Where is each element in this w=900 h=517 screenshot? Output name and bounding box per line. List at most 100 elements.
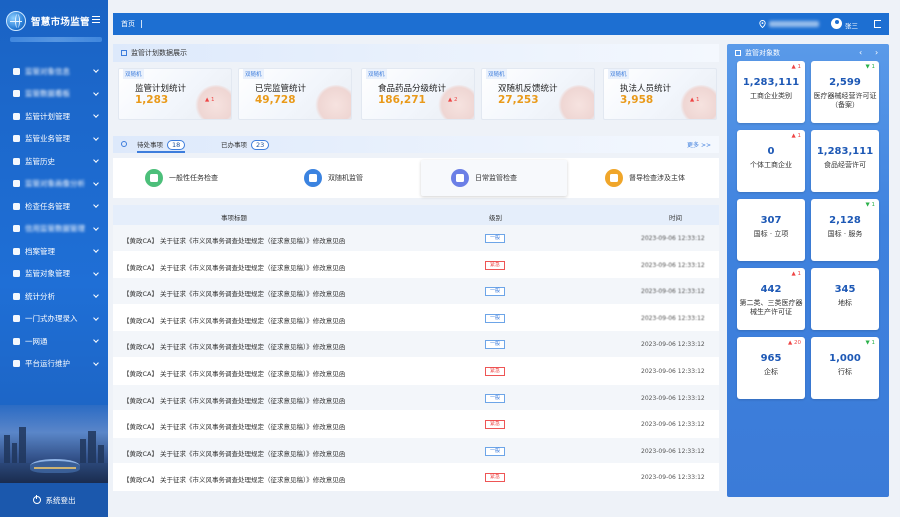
table-row[interactable]: 【黄政CA】 关于征求《市义风事务调查处理规定（征求意见稿）》修改意见函 紧急 20… [113,411,719,438]
stat-card[interactable]: 307 国标 · 立项 [737,199,805,261]
table-row[interactable]: 【黄政CA】 关于征求《市义风事务调查处理规定（征求意见稿）》修改意见函 一般 20… [113,304,719,332]
stat-card[interactable]: 442 第二类、三类医疗器械生产许可证 ▲ 1 [737,268,805,330]
breadcrumb-home[interactable]: 首页 [121,19,135,29]
row-time: 2023-09-06 12:33:12 [641,394,705,402]
sidebar-item[interactable]: 监管对象信息 [0,60,108,83]
category-double-random[interactable]: 双随机监管 [296,160,416,196]
card-delta: ▲ 1 [205,97,215,103]
row-title[interactable]: 【黄政CA】 关于征求《市义风事务调查处理规定（征求意见稿）》修改意见函 [123,421,345,431]
sidebar-item-label: 检查任务管理 [25,201,70,211]
tab-done[interactable]: 已办事项 23 [221,139,270,150]
row-title[interactable]: 【黄政CA】 关于征求《市义风事务调查处理规定（征求意见稿）》修改意见函 [123,288,345,298]
col-time: 时间 [669,214,682,222]
menu-item-icon [13,270,20,278]
table-row[interactable]: 【黄政CA】 关于征求《市义风事务调查处理规定（征求意见稿）》修改意见函 紧急 20… [113,357,719,385]
row-title[interactable]: 【黄政CA】 关于征求《市义风事务调查处理规定（征求意见稿）》修改意见函 [123,448,345,458]
stat-card[interactable]: 1,000 行标 ▼ 1 [811,337,879,399]
row-title[interactable]: 【黄政CA】 关于征求《市义风事务调查处理规定（征求意见稿）》修改意见函 [123,395,345,405]
chevron-down-icon [93,224,99,231]
sidebar-item[interactable]: 信用监管数据管理 [0,218,108,241]
tab-pending[interactable]: 待处事项 18 [137,139,186,153]
prev-arrow-icon[interactable]: ‹ [859,48,862,57]
row-title[interactable]: 【黄政CA】 关于征求《市义风事务调查处理规定（征求意见稿）》修改意见函 [123,341,345,351]
top-bar: 首页 张三 [113,13,889,35]
table-row[interactable]: 【黄政CA】 关于征求《市义风事务调查处理规定（征求意见稿）》修改意见函 一般 20… [113,278,719,305]
stat-label: 行标 [838,368,852,376]
stat-label: 工商企业类别 [750,92,792,100]
category-supervision[interactable]: 督导检查涉及主体 [597,160,717,196]
stat-value: 1,283,111 [816,146,874,157]
sidebar-item[interactable]: 监管对象画像分析 [0,173,108,196]
sidebar-item[interactable]: 档案管理 [0,240,108,263]
chevron-down-icon [93,292,99,298]
category-daily-check[interactable]: 日常监管检查 [421,160,567,196]
exit-icon[interactable] [874,20,881,28]
sidebar-item[interactable]: 监管对象管理 [0,263,108,286]
shield-icon [304,169,322,187]
stat-label: 国标 · 服务 [827,230,863,238]
stat-card[interactable]: 965 企标 ▲ 20 [737,337,805,399]
table-row[interactable]: 【黄政CA】 关于征求《市义风事务调查处理规定（征求意见稿）》修改意见函 紧急 20… [113,464,719,491]
sidebar-item[interactable]: 检查任务管理 [0,195,108,218]
chevron-down-icon [93,202,99,208]
plan-card[interactable]: 双随机 双随机反馈统计 27,253 [481,68,595,120]
menu-item-icon [13,315,20,323]
stat-card[interactable]: 1,283,111 食品经营许可 [811,130,879,192]
row-title[interactable]: 【黄政CA】 关于征求《市义风事务调查处理规定（征求意见稿）》修改意见函 [123,368,345,378]
stat-card[interactable]: 345 地标 [811,268,879,330]
sidebar-item[interactable]: 平台运行维护 [0,353,108,376]
menu-toggle-icon[interactable] [92,16,100,23]
sidebar-item[interactable]: 监管数据看板 [0,83,108,106]
level-badge: 紧急 [485,473,505,483]
table-row[interactable]: 【黄政CA】 关于征求《市义风事务调查处理规定（征求意见稿）》修改意见函 一般 20… [113,437,719,465]
sidebar-item[interactable]: 一网通 [0,330,108,353]
user-name[interactable]: 张三 [845,20,858,30]
stat-card[interactable]: 2,599 医疗器械经营许可证（备案） ▼ 1 [811,61,879,123]
sidebar-item[interactable]: 监管计划管理 [0,105,108,128]
stat-value: 0 [767,146,775,157]
logout-button[interactable]: 系统登出 [0,483,108,517]
plan-card[interactable]: 双随机 执法人员统计 3,958 ▲ 1 [603,68,717,120]
trend-badge: ▼ 1 [865,340,875,346]
plan-panel-header: 监管计划数据展示 [113,44,719,62]
stat-card[interactable]: 1,283,111 工商企业类别 ▲ 1 [737,61,805,123]
trend-badge: ▲ 20 [788,340,801,346]
row-title[interactable]: 【黄政CA】 关于征求《市义风事务调查处理规定（征求意见稿）》修改意见函 [123,474,345,484]
menu-item-icon [13,225,20,233]
card-delta: ▲ 1 [690,97,700,103]
card-name: 双随机反馈统计 [498,84,558,94]
chevron-down-icon [93,337,99,343]
row-title[interactable]: 【黄政CA】 关于征求《市义风事务调查处理规定（征求意见稿）》修改意见函 [123,235,345,245]
sidebar-item[interactable]: 监管历史 [0,150,108,173]
level-badge: 紧急 [485,260,505,270]
avatar[interactable] [831,18,842,29]
sidebar-item[interactable]: 一门式办理录入 [0,308,108,331]
card-illustration [315,85,351,119]
table-row[interactable]: 【黄政CA】 关于征求《市义风事务调查处理规定（征求意见稿）》修改意见函 一般 20… [113,331,719,358]
row-title[interactable]: 【黄政CA】 关于征求《市义风事务调查处理规定（征求意见稿）》修改意见函 [123,315,345,325]
card-tag: 双随机 [243,69,264,79]
level-badge: 一般 [485,287,505,297]
category-general-check[interactable]: 一般性任务检查 [137,160,261,196]
menu-item-icon [13,202,20,210]
table-row[interactable]: 【黄政CA】 关于征求《市义风事务调查处理规定（征求意见稿）》修改意见函 紧急 20… [113,251,719,279]
plan-card[interactable]: 双随机 监管计划统计 1,283 ▲ 1 [118,68,232,120]
table-row[interactable]: 【黄政CA】 关于征求《市义风事务调查处理规定（征求意见稿）》修改意见函 一般 20… [113,225,719,252]
panel-icon [121,50,127,56]
sidebar-item[interactable]: 统计分析 [0,285,108,308]
more-link[interactable]: 更多 >> [687,140,711,149]
table-row[interactable]: 【黄政CA】 关于征求《市义风事务调查处理规定（征求意见稿）》修改意见函 一般 20… [113,384,719,412]
row-title[interactable]: 【黄政CA】 关于征求《市义风事务调查处理规定（征求意见稿）》修改意见函 [123,262,345,272]
stat-label: 企标 [764,368,778,376]
sidebar-item-label: 监管对象信息 [25,66,70,76]
stat-card[interactable]: 2,128 国标 · 服务 ▼ 1 [811,199,879,261]
stat-card[interactable]: 0 个体工商企业 ▲ 1 [737,130,805,192]
next-arrow-icon[interactable]: › [875,48,878,57]
sidebar-item-label: 一门式办理录入 [25,314,78,324]
sidebar-item[interactable]: 监管业务管理 [0,128,108,151]
level-badge: 紧急 [485,366,505,376]
user-check-icon [451,169,469,187]
level-badge: 一般 [485,313,505,323]
plan-card[interactable]: 双随机 食品药品分级统计 186,271 ▲ 2 [361,68,475,120]
plan-card[interactable]: 双随机 已完监管统计 49,728 [238,68,352,120]
